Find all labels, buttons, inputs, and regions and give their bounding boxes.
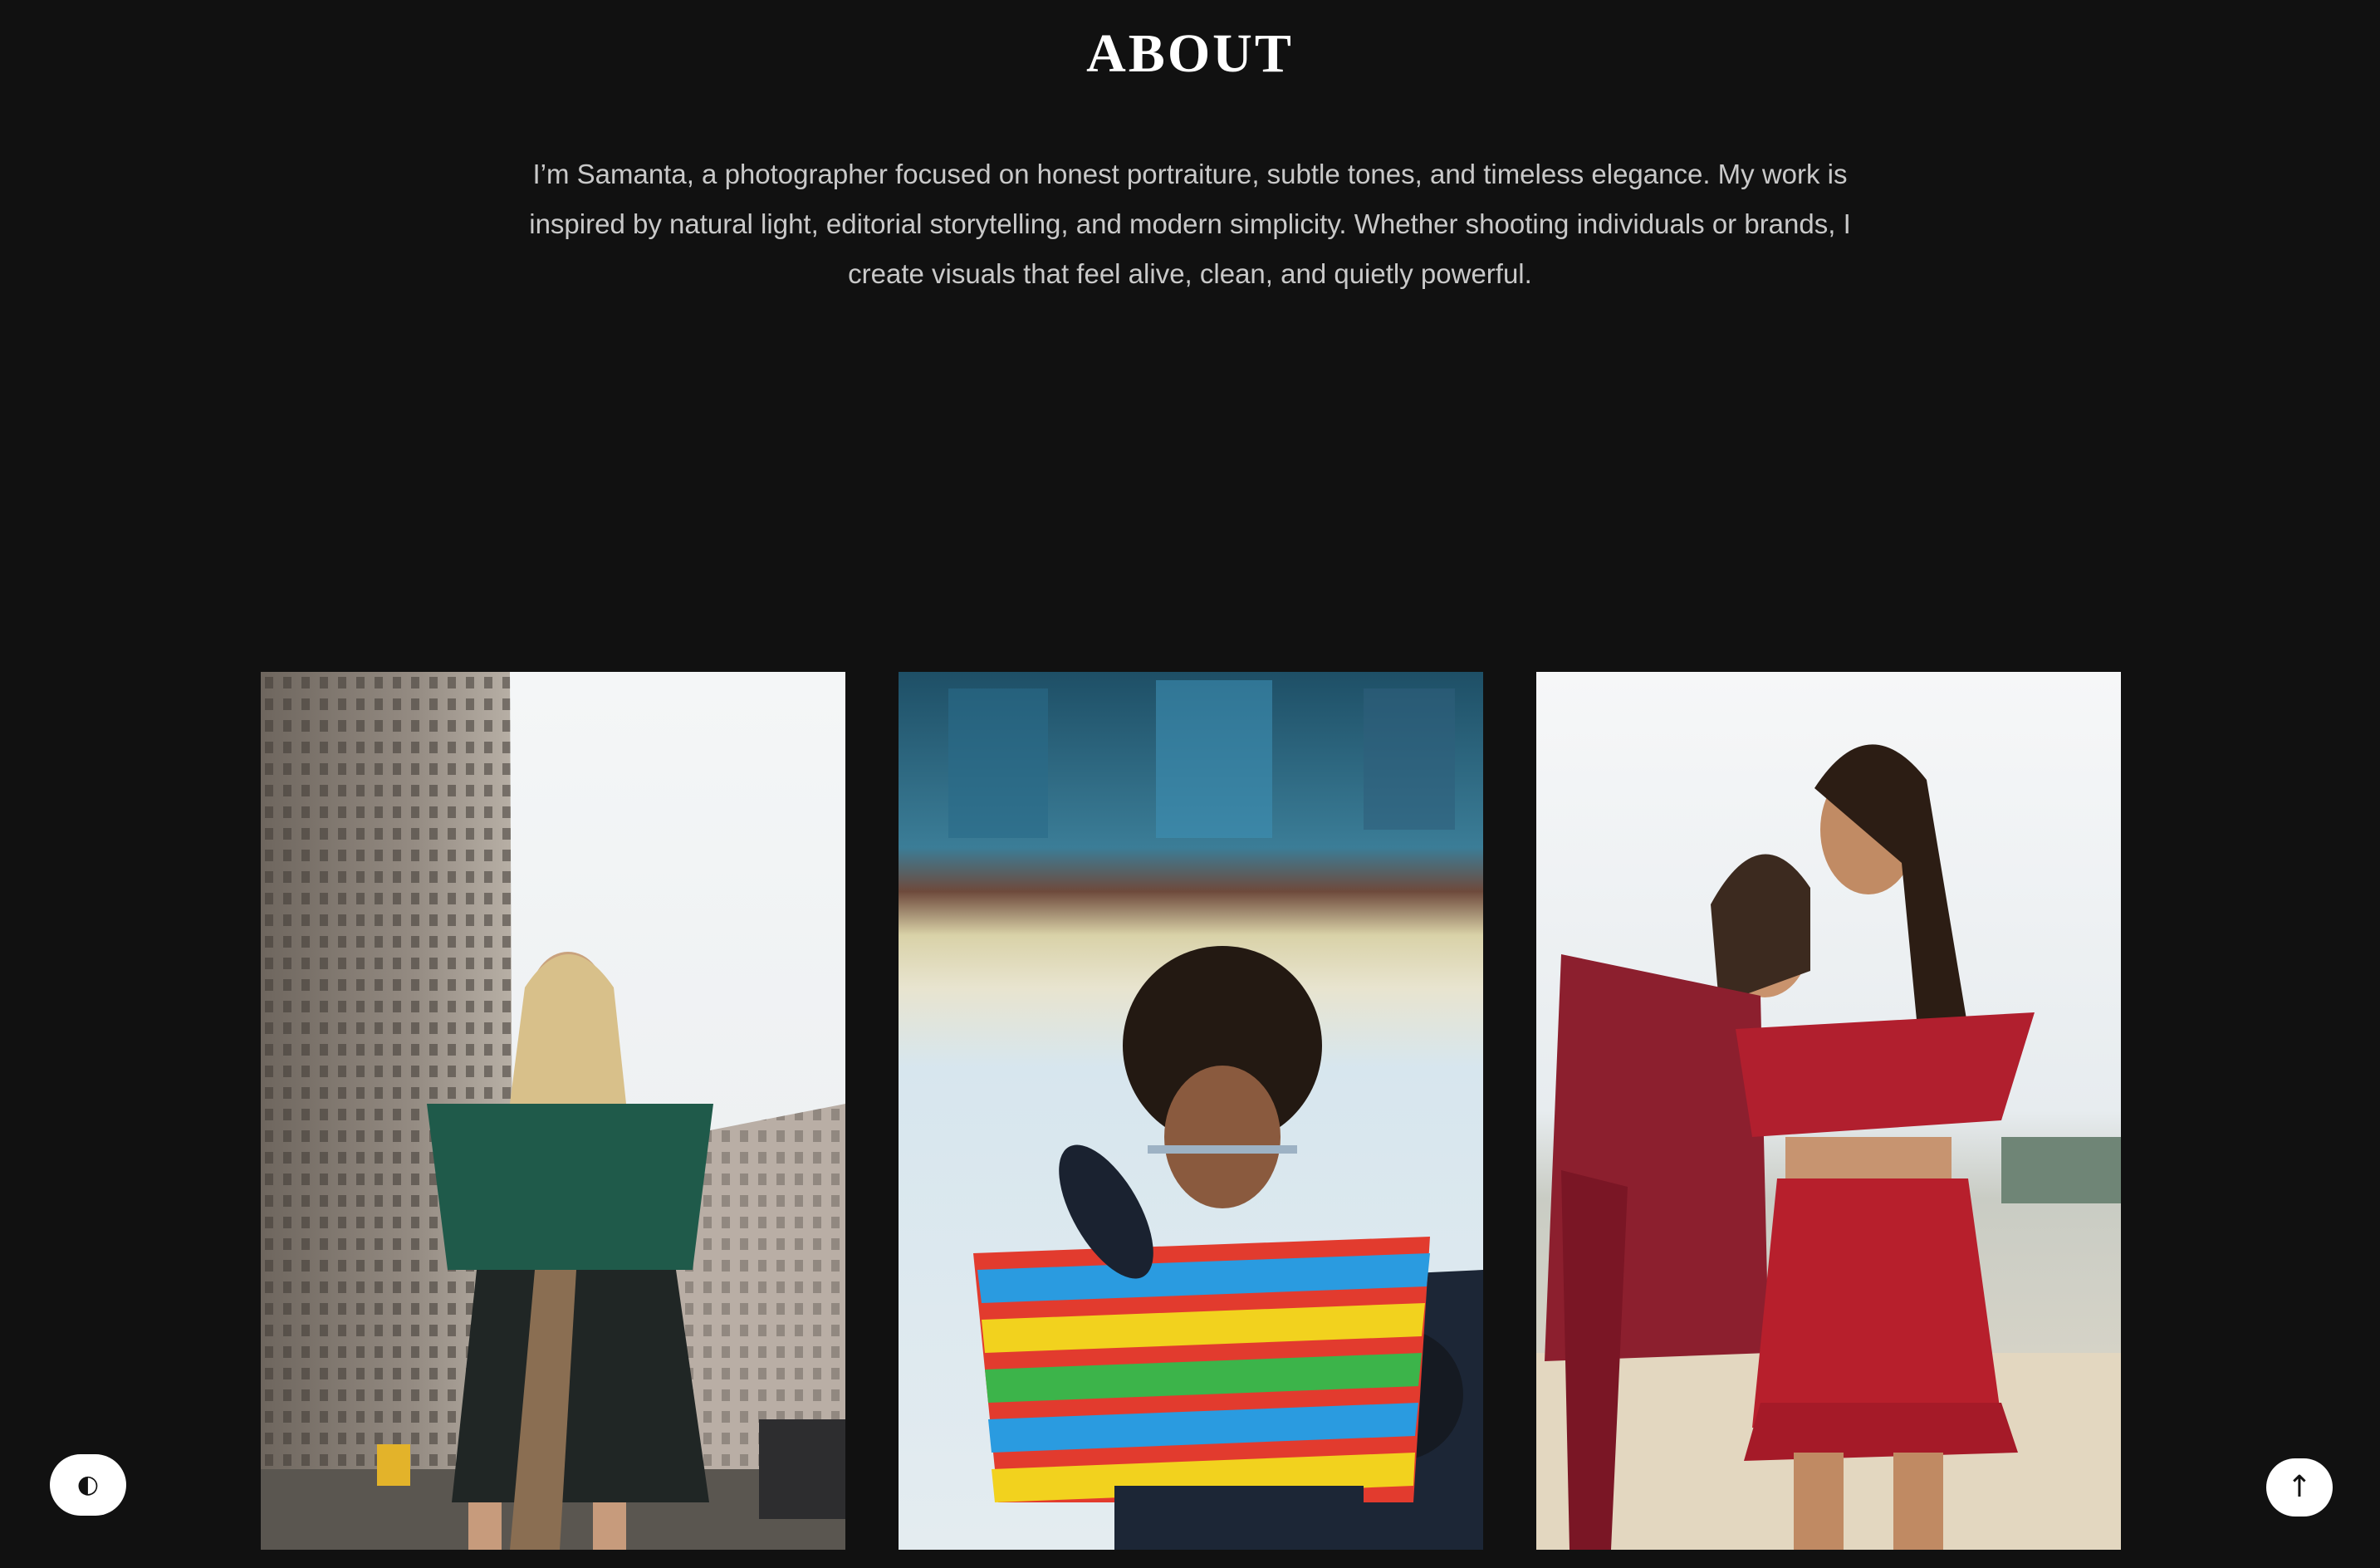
- back-to-top-button[interactable]: ↑: [2266, 1458, 2333, 1517]
- photo-two-women-red-dresses: [1536, 672, 2121, 1550]
- about-intro-text: I’m Samanta, a photographer focused on h…: [529, 159, 1851, 289]
- photo-woman-rainbow-shirt: [899, 672, 1483, 1550]
- theme-toggle-button[interactable]: ◐: [50, 1454, 126, 1516]
- gallery-photo-3[interactable]: [1536, 672, 2121, 1550]
- contrast-icon: ◐: [76, 1470, 100, 1499]
- arrow-up-icon: ↑: [2286, 1470, 2313, 1504]
- photo-street-woman-green-jacket: [261, 672, 845, 1550]
- page-title: ABOUT: [1086, 23, 1294, 84]
- gallery-photo-1[interactable]: [261, 672, 845, 1550]
- about-page: ABOUT I’m Samanta, a photographer focuse…: [0, 0, 2380, 1568]
- gallery-photo-2[interactable]: [899, 672, 1483, 1550]
